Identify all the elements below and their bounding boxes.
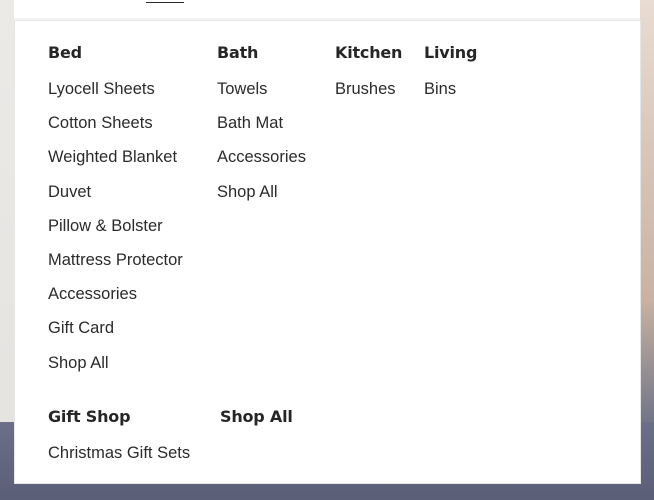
menu-link-bed-accessories[interactable]: Accessories	[48, 284, 183, 318]
column-heading-living[interactable]: Living	[424, 43, 477, 63]
column-heading-shop-all[interactable]: Shop All	[220, 407, 293, 427]
menu-column-gift-shop: Gift Shop Christmas Gift Sets	[48, 407, 190, 473]
menu-link-gift-card[interactable]: Gift Card	[48, 318, 183, 352]
menu-link-pillow-bolster[interactable]: Pillow & Bolster	[48, 216, 183, 250]
living-links: Bins	[424, 79, 477, 113]
menu-link-bed-shop-all[interactable]: Shop All	[48, 353, 183, 387]
menu-column-kitchen: Kitchen Brushes	[335, 43, 402, 113]
gift-shop-links: Christmas Gift Sets	[48, 443, 190, 473]
menu-link-bath-mat[interactable]: Bath Mat	[217, 113, 306, 147]
kitchen-links: Brushes	[335, 79, 402, 113]
menu-link-cotton-sheets[interactable]: Cotton Sheets	[48, 113, 183, 147]
column-heading-kitchen[interactable]: Kitchen	[335, 43, 402, 63]
menu-link-duvet[interactable]: Duvet	[48, 182, 183, 216]
menu-link-brushes[interactable]: Brushes	[335, 79, 402, 113]
column-heading-gift-shop[interactable]: Gift Shop	[48, 407, 190, 427]
menu-link-towels[interactable]: Towels	[217, 79, 306, 113]
menu-link-weighted-blanket[interactable]: Weighted Blanket	[48, 147, 183, 181]
bath-links: Towels Bath Mat Accessories Shop All	[217, 79, 306, 216]
column-heading-bath[interactable]: Bath	[217, 43, 306, 63]
nav-item-partial[interactable]	[434, 0, 454, 2]
nav-item-active-underline[interactable]	[146, 0, 184, 3]
column-heading-bed[interactable]: Bed	[48, 43, 183, 63]
menu-link-bins[interactable]: Bins	[424, 79, 477, 113]
bed-links: Lyocell Sheets Cotton Sheets Weighted Bl…	[48, 79, 183, 387]
menu-link-mattress-protector[interactable]: Mattress Protector	[48, 250, 183, 284]
menu-link-christmas-gift-sets[interactable]: Christmas Gift Sets	[48, 443, 190, 473]
menu-link-bath-accessories[interactable]: Accessories	[217, 147, 306, 181]
menu-link-lyocell-sheets[interactable]: Lyocell Sheets	[48, 79, 183, 113]
menu-column-shop-all: Shop All	[220, 407, 293, 443]
menu-column-living: Living Bins	[424, 43, 477, 113]
shop-mega-menu: Bed Lyocell Sheets Cotton Sheets Weighte…	[14, 20, 641, 484]
top-nav-strip	[0, 0, 654, 18]
menu-column-bed: Bed Lyocell Sheets Cotton Sheets Weighte…	[48, 43, 183, 387]
menu-link-bath-shop-all[interactable]: Shop All	[217, 182, 306, 216]
menu-column-bath: Bath Towels Bath Mat Accessories Shop Al…	[217, 43, 306, 216]
